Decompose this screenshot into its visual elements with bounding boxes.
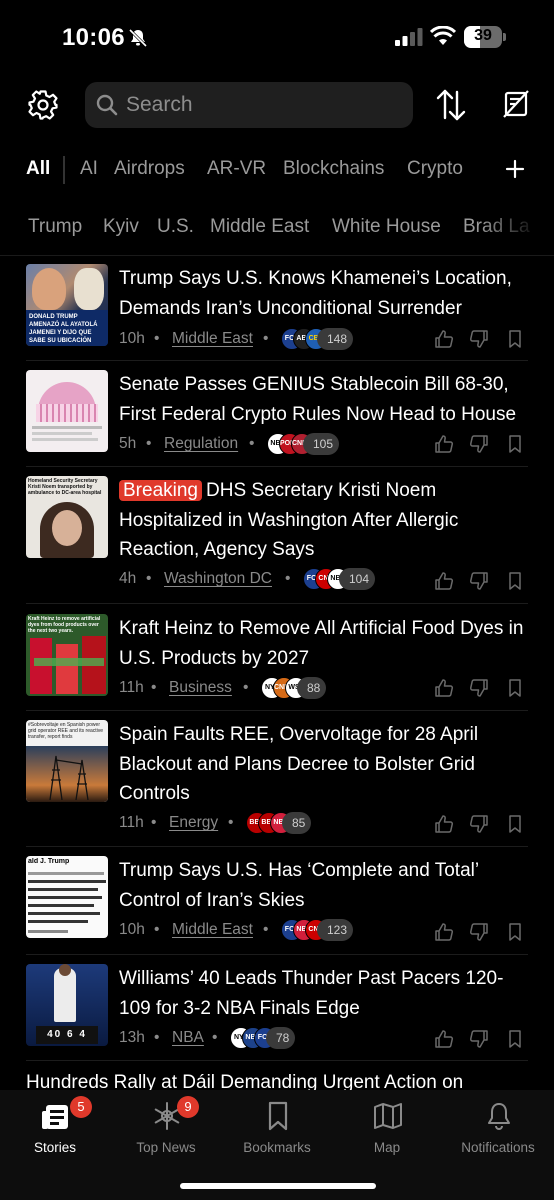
search-input[interactable]: Search <box>85 82 413 128</box>
chip-us[interactable]: U.S. <box>157 216 194 238</box>
breaking-badge: Breaking <box>119 480 202 501</box>
battery-level: 39 <box>474 27 492 44</box>
thumbs-up-icon[interactable] <box>434 434 454 454</box>
tab-bookmarks[interactable]: Bookmarks <box>222 1090 332 1160</box>
chip-trump[interactable]: Trump <box>28 216 82 238</box>
tab-crypto[interactable]: Crypto <box>407 158 463 180</box>
plus-icon <box>505 159 525 179</box>
thumbs-down-icon[interactable] <box>469 922 489 942</box>
story-headline: Spain Faults REE, Overvoltage for 28 Apr… <box>119 724 479 804</box>
thumbnail-caption: 40 6 4 <box>36 1026 98 1044</box>
bell-icon <box>488 1103 510 1130</box>
source-count: 105 <box>303 433 340 455</box>
story-thumbnail: DONALD TRUMP AMENAZÓ AL AYATOLÁ JAMENEI … <box>26 264 108 346</box>
bookmark-icon[interactable] <box>505 434 525 454</box>
story-thumbnail: 40 6 4 <box>26 964 108 1046</box>
story-headline: Kraft Heinz to Remove All Artificial Foo… <box>119 618 524 669</box>
thumbnail-caption: ald J. Trump <box>28 858 70 865</box>
chip-kyiv[interactable]: Kyiv <box>103 216 139 238</box>
story-headline: Breaking DHS Secretary Kristi Noem Hospit… <box>119 480 459 560</box>
tab-stories[interactable]: 5 Stories <box>0 1090 110 1160</box>
tab-divider <box>63 156 65 184</box>
thumbs-down-icon[interactable] <box>469 434 489 454</box>
story-thumbnail: #Sobrevoltaje en Spanish power grid oper… <box>26 720 108 802</box>
source-count: 88 <box>297 677 327 699</box>
story-topic-link[interactable]: Middle East <box>172 330 253 348</box>
source-count: 78 <box>266 1027 296 1049</box>
tab-top-news[interactable]: 9 Top News <box>111 1090 221 1160</box>
story-headline: Senate Passes GENIUS Stablecoin Bill 68-… <box>119 374 517 425</box>
story-headline: Trump Says U.S. Knows Khamenei’s Locatio… <box>119 268 512 319</box>
thumbs-up-icon[interactable] <box>434 1029 454 1049</box>
story-headline: Williams’ 40 Leads Thunder Past Pacers 1… <box>119 968 504 1019</box>
thumbs-up-icon[interactable] <box>434 678 454 698</box>
story-headline: Trump Says U.S. Has ‘Complete and Total’… <box>119 860 479 911</box>
story-topic-link[interactable]: Washington DC <box>164 570 272 588</box>
source-count: 123 <box>317 919 354 941</box>
tab-ai[interactable]: AI <box>80 158 98 180</box>
bookmark-icon[interactable] <box>505 1029 525 1049</box>
story-topic-link[interactable]: NBA <box>172 1029 204 1047</box>
map-icon <box>374 1103 402 1129</box>
thumbs-up-icon[interactable] <box>434 329 454 349</box>
notification-badge: 9 <box>177 1096 199 1118</box>
story-topic-link[interactable]: Business <box>169 679 232 697</box>
tab-airdrops[interactable]: Airdrops <box>114 158 185 180</box>
story-thumbnail <box>26 370 108 452</box>
story-thumbnail: Kraft Heinz to remove artificial dyes fr… <box>26 614 108 696</box>
bookmark-icon[interactable] <box>505 814 525 834</box>
source-count: 148 <box>317 328 354 350</box>
tab-all[interactable]: All <box>26 158 50 180</box>
bookmark-icon[interactable] <box>505 329 525 349</box>
source-count: 104 <box>339 568 376 590</box>
thumbs-down-icon[interactable] <box>469 814 489 834</box>
tab-ar-vr[interactable]: AR-VR <box>207 158 266 180</box>
sort-arrows-icon[interactable] <box>436 88 466 122</box>
thumbs-up-icon[interactable] <box>434 571 454 591</box>
story-topic-link[interactable]: Regulation <box>164 435 238 453</box>
search-icon <box>96 94 118 116</box>
story-topic-link[interactable]: Energy <box>169 814 218 832</box>
trending-chips: Trump Kyiv U.S. Middle East White House … <box>0 208 554 246</box>
notification-badge: 5 <box>70 1096 92 1118</box>
wifi-icon <box>430 26 456 45</box>
story-thumbnail: Homeland Security Secretary Kristi Noem … <box>26 476 108 558</box>
thumbnail-caption: DONALD TRUMP AMENAZÓ AL AYATOLÁ JAMENEI … <box>26 310 108 346</box>
settings-gear-icon[interactable] <box>27 89 59 121</box>
bookmark-icon[interactable] <box>505 922 525 942</box>
thumbs-up-icon[interactable] <box>434 922 454 942</box>
tab-notifications[interactable]: Notifications <box>443 1090 553 1160</box>
thumbnail-caption: #Sobrevoltaje en Spanish power grid oper… <box>28 722 104 740</box>
bookmark-icon[interactable] <box>505 571 525 591</box>
bookmark-icon[interactable] <box>505 678 525 698</box>
story-topic-link[interactable]: Middle East <box>172 921 253 939</box>
add-topic-button[interactable] <box>500 152 530 186</box>
thumbnail-caption: Homeland Security Secretary Kristi Noem … <box>28 478 102 496</box>
bookmark-icon <box>268 1101 288 1131</box>
tab-blockchains[interactable]: Blockchains <box>283 158 384 180</box>
thumbs-down-icon[interactable] <box>469 678 489 698</box>
thumbs-down-icon[interactable] <box>469 1029 489 1049</box>
tab-map[interactable]: Map <box>332 1090 442 1160</box>
source-count: 85 <box>282 812 312 834</box>
thumbs-down-icon[interactable] <box>469 329 489 349</box>
battery-indicator: 39 <box>464 26 506 48</box>
thumbnail-caption: Kraft Heinz to remove artificial dyes fr… <box>28 616 101 634</box>
newspaper-slash-icon[interactable] <box>502 89 530 119</box>
thumbs-down-icon[interactable] <box>469 571 489 591</box>
bell-slash-icon <box>128 28 148 48</box>
status-time: 10:06 <box>62 24 125 51</box>
chip-middle-east[interactable]: Middle East <box>210 216 309 238</box>
cellular-signal-icon <box>395 28 423 46</box>
status-bar: 10:06 39 <box>0 0 554 76</box>
search-placeholder: Search <box>126 93 193 116</box>
thumbs-up-icon[interactable] <box>434 814 454 834</box>
story-thumbnail: ald J. Trump <box>26 856 108 938</box>
newspaper-icon <box>42 1105 68 1129</box>
home-indicator <box>180 1183 376 1189</box>
chip-white-house[interactable]: White House <box>332 216 441 238</box>
